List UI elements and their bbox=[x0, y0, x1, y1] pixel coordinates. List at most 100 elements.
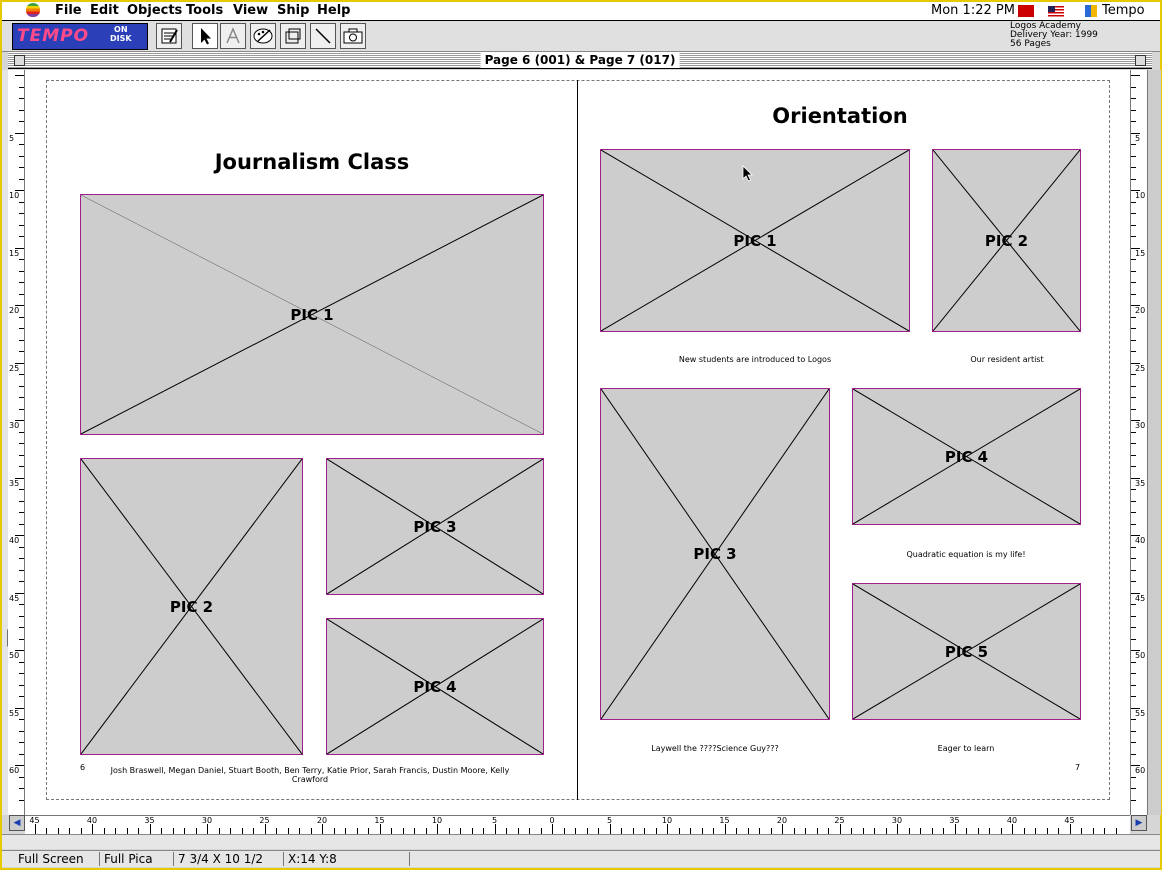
scroll-left-arrow-icon[interactable]: ◀ bbox=[9, 815, 25, 831]
menu-edit[interactable]: Edit bbox=[90, 3, 119, 18]
menu-help[interactable]: Help bbox=[317, 3, 350, 18]
menu-tools[interactable]: Tools bbox=[186, 3, 223, 18]
ruler-label: 35 bbox=[1135, 478, 1146, 488]
ruler-tick bbox=[1131, 385, 1136, 387]
ruler-label: 40 bbox=[9, 536, 20, 545]
right-caption-1[interactable]: New students are introduced to Logos bbox=[679, 355, 831, 364]
left-pic-3[interactable]: PIC 3 bbox=[326, 458, 544, 595]
ruler-tick bbox=[1131, 293, 1136, 295]
ruler-tick bbox=[1131, 615, 1136, 617]
window-title-bar[interactable]: Page 6 (001) & Page 7 (017) bbox=[8, 52, 1152, 69]
arrow-pointer-icon bbox=[201, 28, 211, 45]
frame-tool-button[interactable] bbox=[280, 23, 306, 49]
zoom-box-icon[interactable] bbox=[1135, 55, 1146, 66]
ruler-tick bbox=[724, 824, 726, 834]
ruler-tick bbox=[782, 824, 783, 834]
vertical-scrollbar[interactable] bbox=[1147, 70, 1161, 815]
ruler-label: 10 bbox=[1135, 191, 1146, 200]
ruler-tick bbox=[19, 638, 24, 640]
ruler-tick bbox=[264, 824, 266, 834]
ruler-label: 20 bbox=[316, 816, 328, 825]
ruler-tick bbox=[1131, 673, 1136, 674]
vertical-ruler-left[interactable]: 5 10 15 20 25 30 35 40 45 50 55 60 bbox=[8, 70, 25, 815]
application-icon[interactable] bbox=[1085, 5, 1097, 17]
right-caption-2[interactable]: Our resident artist bbox=[970, 355, 1043, 364]
ruler-tick bbox=[19, 339, 24, 341]
ruler-tick bbox=[1131, 581, 1136, 582]
paint-tool-button[interactable] bbox=[250, 23, 276, 49]
left-pic-4[interactable]: PIC 4 bbox=[326, 618, 544, 755]
palette-icon bbox=[253, 28, 273, 44]
keyboard-flag-icon[interactable] bbox=[1048, 6, 1064, 17]
vertical-ruler-right[interactable]: 5 10 15 20 25 30 35 40 45 50 55 60 bbox=[1130, 70, 1147, 815]
menu-file[interactable]: File bbox=[55, 3, 82, 18]
menu-view[interactable]: View bbox=[233, 3, 268, 18]
ruler-label: 60 bbox=[1135, 766, 1146, 775]
ruler-tick bbox=[1131, 339, 1136, 341]
ruler-tick bbox=[1131, 178, 1136, 180]
scroll-right-arrow-icon[interactable]: ▶ bbox=[1131, 815, 1147, 831]
left-pic-1[interactable]: PIC 1 bbox=[80, 194, 544, 435]
ruler-tick bbox=[1131, 466, 1136, 467]
menu-objects[interactable]: Objects bbox=[127, 3, 182, 18]
horizontal-ruler[interactable]: 45 40 35 30 25 20 15 10 5 0 5 10 15 20 25 30 35 40 45 bbox=[25, 815, 1130, 834]
units-field[interactable]: Full Pica bbox=[100, 852, 174, 866]
camera-tool-button[interactable] bbox=[340, 23, 366, 49]
ruler-label: 45 bbox=[1064, 816, 1075, 825]
application-menu[interactable]: Tempo bbox=[1102, 3, 1145, 18]
ruler-tick bbox=[1131, 121, 1136, 122]
line-tool-button[interactable] bbox=[310, 23, 336, 49]
right-pic-5[interactable]: PIC 5 bbox=[852, 583, 1081, 720]
ruler-tick bbox=[19, 604, 24, 605]
pic-label: PIC 5 bbox=[944, 642, 989, 661]
view-mode-field[interactable]: Full Screen bbox=[14, 852, 100, 866]
logo-text: TEMPO bbox=[17, 26, 90, 46]
right-caption-3[interactable]: Quadratic equation is my life! bbox=[906, 550, 1025, 559]
left-page-number: 6 bbox=[80, 763, 86, 772]
ruler-label: 45 bbox=[9, 593, 20, 603]
left-pic-2[interactable]: PIC 2 bbox=[80, 458, 303, 755]
pic-label: PIC 3 bbox=[693, 545, 737, 563]
ruler-tick bbox=[667, 824, 668, 834]
ruler-tick bbox=[34, 824, 36, 834]
ruler-tick bbox=[19, 328, 24, 329]
right-pic-2[interactable]: PIC 2 bbox=[932, 149, 1081, 332]
close-box-icon[interactable] bbox=[14, 55, 25, 66]
select-tool-button[interactable] bbox=[192, 23, 218, 49]
menu-clock[interactable]: Mon 1:22 PM bbox=[931, 3, 1015, 18]
ruler-label: 60 bbox=[9, 766, 20, 775]
left-page-caption[interactable]: Josh Braswell, Megan Daniel, Stuart Boot… bbox=[111, 766, 510, 784]
ruler-tick bbox=[1131, 742, 1136, 743]
ruler-label: 30 bbox=[201, 816, 213, 825]
ruler-tick bbox=[1131, 661, 1136, 663]
right-pic-3[interactable]: PIC 3 bbox=[600, 388, 830, 720]
ruler-tick bbox=[437, 824, 438, 834]
text-tool-button[interactable] bbox=[220, 23, 246, 49]
right-caption-5[interactable]: Eager to learn bbox=[938, 744, 995, 753]
pic-label: PIC 1 bbox=[290, 305, 334, 324]
apple-menu-icon[interactable] bbox=[26, 3, 40, 17]
right-caption-4[interactable]: Laywell the ????Science Guy??? bbox=[651, 744, 779, 753]
ruler-tick bbox=[1131, 374, 1136, 375]
right-page-title[interactable]: Orientation bbox=[772, 104, 907, 128]
right-pic-4[interactable]: PIC 4 bbox=[852, 388, 1081, 525]
ruler-label: 45 bbox=[1135, 593, 1146, 603]
ruler-tick bbox=[19, 454, 24, 456]
text-icon bbox=[226, 27, 240, 44]
ruler-label: 50 bbox=[1135, 651, 1146, 660]
menu-ship[interactable]: Ship bbox=[277, 3, 309, 18]
right-pic-1[interactable]: PIC 1 bbox=[600, 149, 910, 332]
left-page-title[interactable]: Journalism Class bbox=[215, 150, 410, 174]
page-size-field[interactable]: 7 3/4 X 10 1/2 bbox=[174, 852, 284, 866]
ruler-label: 55 bbox=[9, 708, 20, 718]
line-icon bbox=[315, 28, 331, 44]
ruler-label: 35 bbox=[144, 816, 155, 825]
ruler-tick bbox=[1131, 109, 1136, 111]
horizontal-scrollbar[interactable] bbox=[2, 834, 1160, 849]
ruler-tick bbox=[1131, 351, 1136, 352]
ruler-tick bbox=[1131, 512, 1136, 513]
edit-tool-button[interactable] bbox=[156, 23, 182, 49]
ruler-tick bbox=[322, 824, 323, 834]
acrobat-icon[interactable] bbox=[1018, 5, 1034, 17]
ruler-tick bbox=[19, 259, 24, 260]
